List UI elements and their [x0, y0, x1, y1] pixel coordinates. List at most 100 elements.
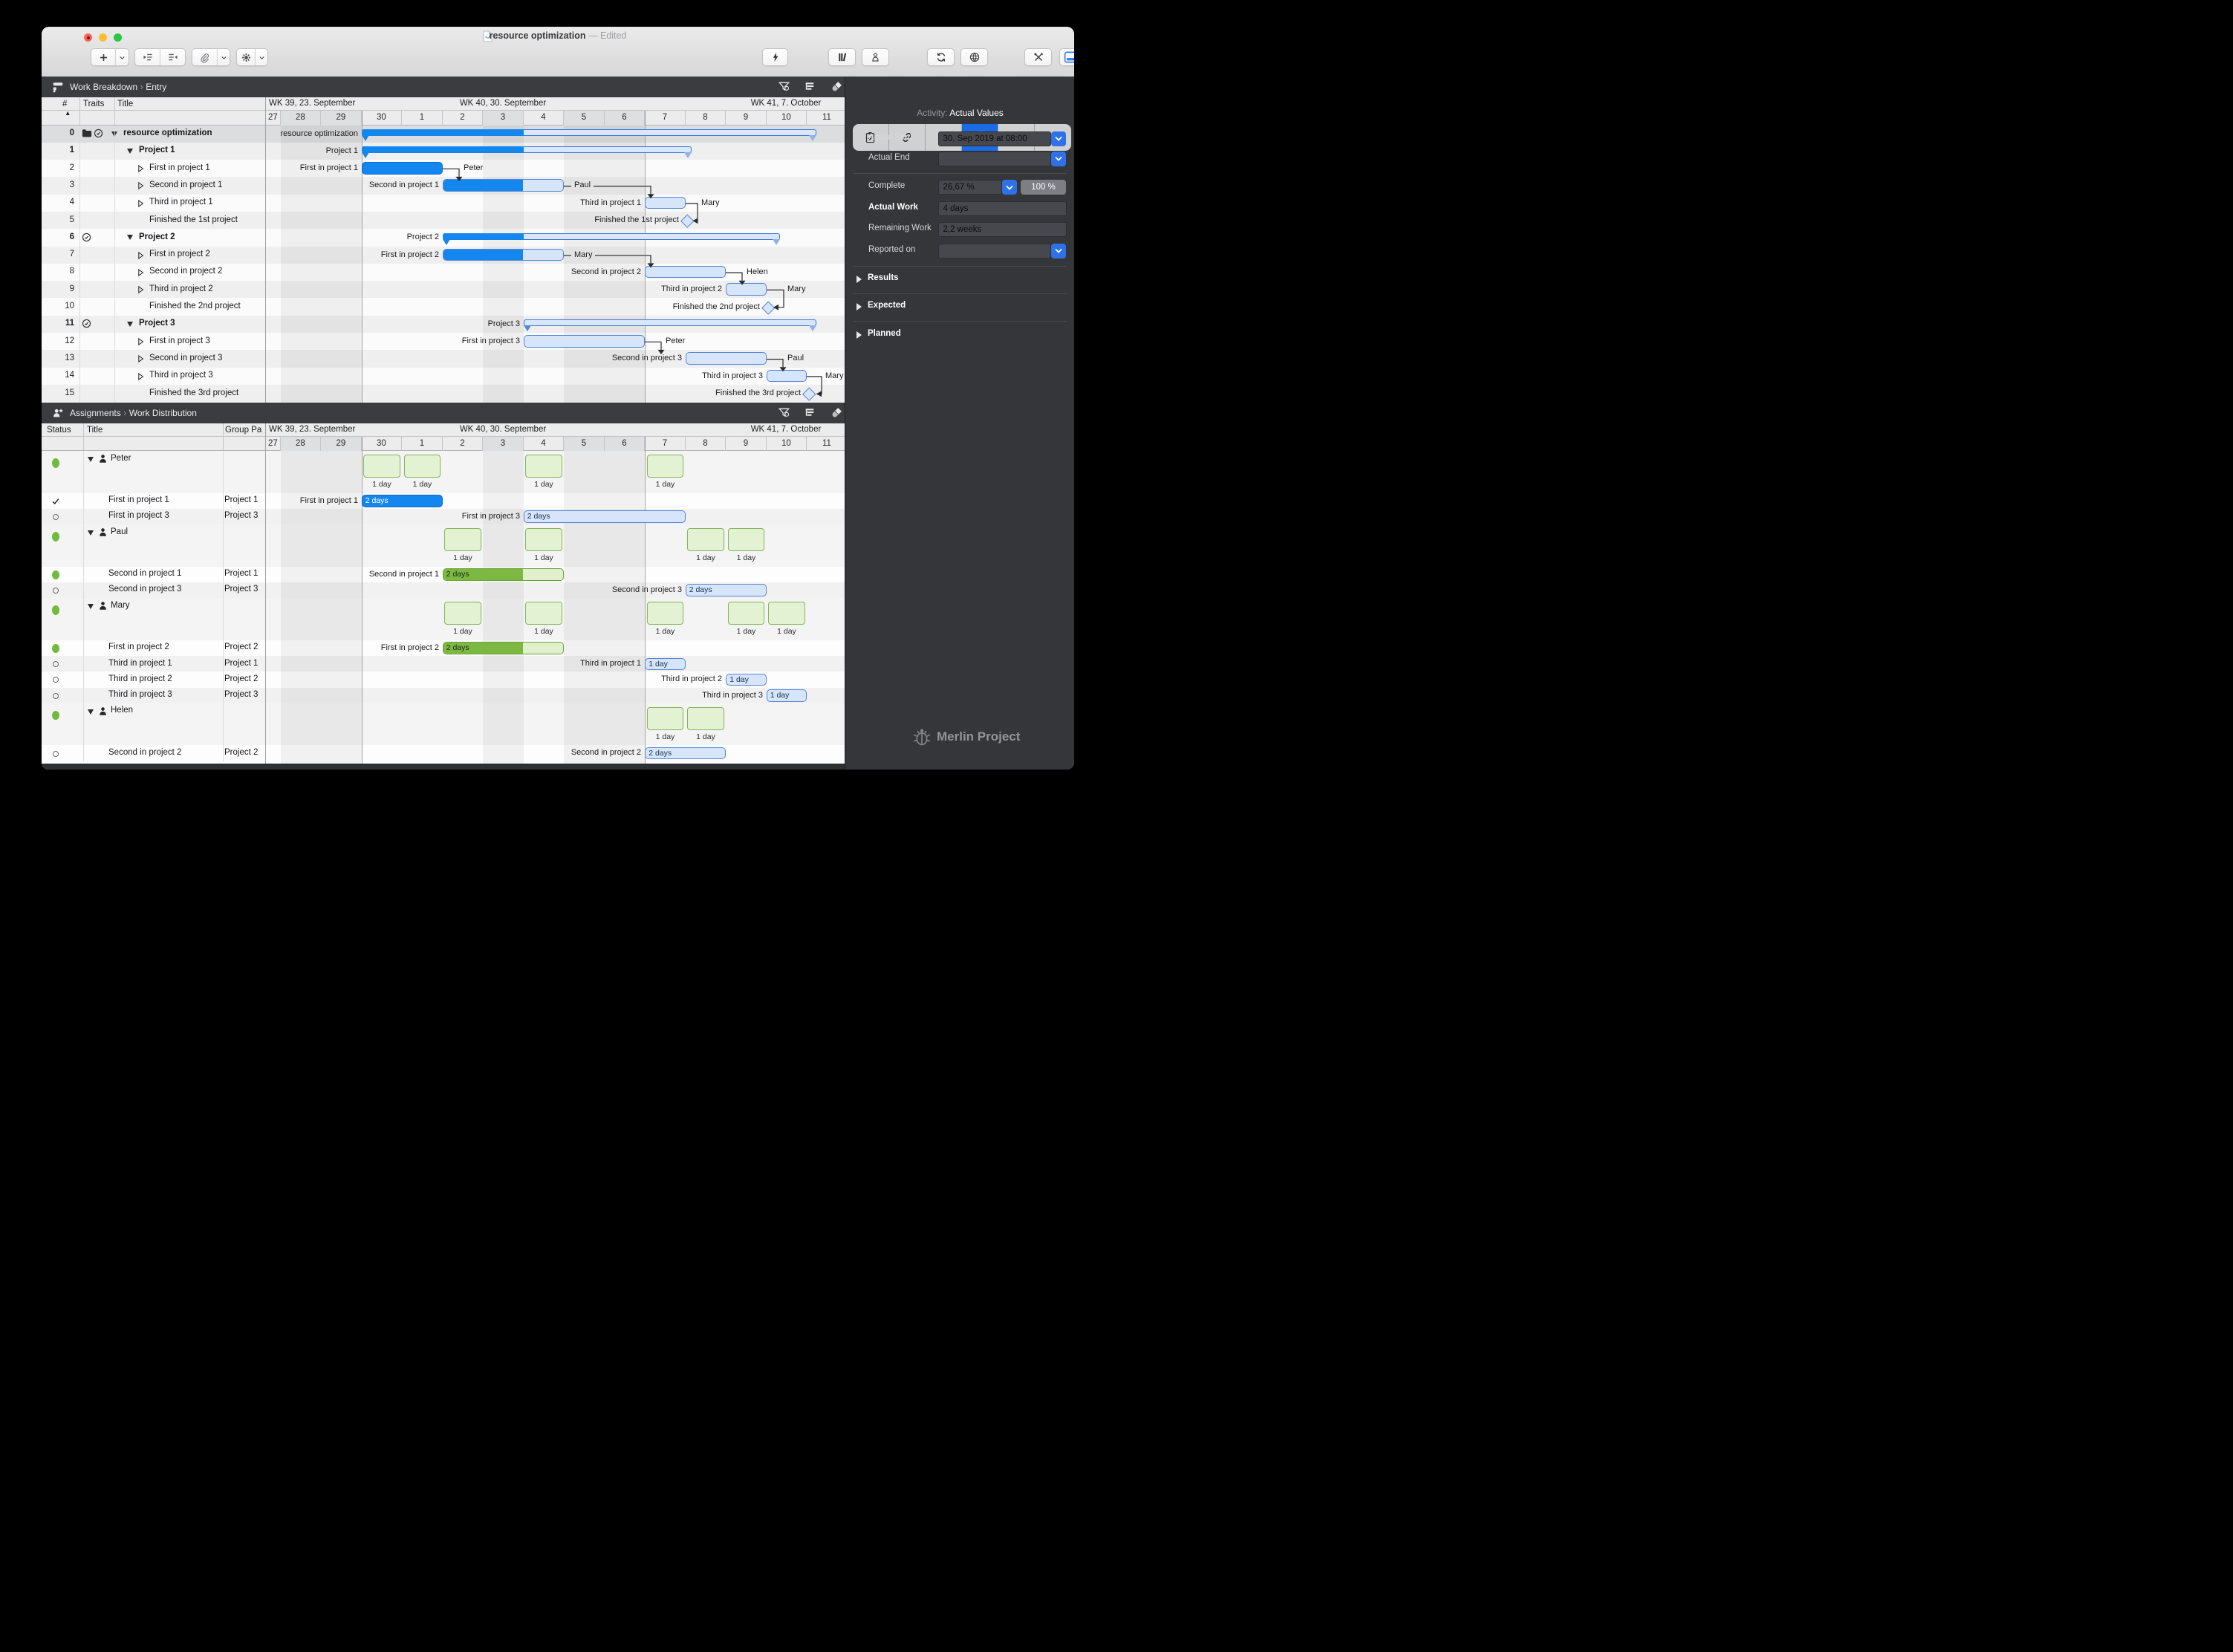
day-header[interactable]: 27: [266, 437, 281, 452]
workload-box[interactable]: [363, 455, 400, 478]
filter-funnel-icon[interactable]: [778, 80, 791, 94]
format-brush-icon[interactable]: [831, 80, 844, 94]
day-header[interactable]: 11: [807, 111, 845, 126]
filter-funnel-icon[interactable]: [778, 406, 791, 420]
indent-button[interactable]: [134, 48, 160, 66]
day-header[interactable]: 28: [281, 111, 322, 126]
workload-box[interactable]: [728, 602, 765, 625]
milestone-diamond[interactable]: [681, 214, 695, 227]
day-header[interactable]: 7: [645, 437, 686, 452]
task-bar[interactable]: 2 days: [524, 510, 686, 523]
task-bar[interactable]: [443, 179, 565, 192]
disclosure-open-icon[interactable]: [88, 604, 94, 609]
workload-box[interactable]: [647, 602, 684, 625]
outline-list-icon[interactable]: [804, 406, 817, 420]
day-header[interactable]: 30: [362, 437, 403, 452]
actual-end-field[interactable]: [938, 152, 1051, 166]
dropdown-chevron-icon[interactable]: [1002, 180, 1017, 195]
workload-box[interactable]: [768, 602, 805, 625]
disclosure-open-icon[interactable]: [88, 709, 94, 715]
summary-bar[interactable]: [443, 233, 780, 240]
day-header[interactable]: 6: [605, 437, 646, 452]
task-bar[interactable]: 1 day: [645, 658, 686, 671]
tools-button[interactable]: [1024, 48, 1052, 66]
disclosure-open-icon[interactable]: [88, 530, 94, 536]
disclosure-closed-icon[interactable]: [857, 331, 862, 339]
resources-person-button[interactable]: [862, 48, 889, 66]
milestone-diamond[interactable]: [802, 387, 816, 400]
workload-box[interactable]: [687, 528, 724, 551]
task-bar[interactable]: [362, 162, 443, 175]
disclosure-open-icon[interactable]: [88, 457, 94, 462]
remaining-work-field[interactable]: 2,2 weeks: [938, 222, 1067, 237]
task-bar[interactable]: [645, 266, 726, 279]
week-header[interactable]: WK 41, 7. October: [751, 425, 822, 434]
summary-bar[interactable]: [362, 146, 692, 153]
workload-box[interactable]: [525, 602, 562, 625]
day-header[interactable]: 9: [726, 437, 767, 452]
day-header[interactable]: 28: [281, 437, 322, 452]
add-chevron-icon[interactable]: [115, 48, 129, 66]
workload-box[interactable]: [444, 528, 481, 551]
week-header[interactable]: WK 39, 23. September: [269, 99, 355, 108]
day-header[interactable]: 3: [483, 437, 524, 452]
day-header[interactable]: 29: [321, 111, 362, 126]
workload-box[interactable]: [647, 455, 684, 478]
day-header[interactable]: 9: [726, 111, 767, 126]
summary-bar[interactable]: [362, 129, 816, 136]
disclosure-open-icon[interactable]: [127, 235, 133, 240]
outline-list-icon[interactable]: [804, 80, 817, 94]
dropdown-chevron-icon[interactable]: [1051, 152, 1066, 166]
milestone-diamond[interactable]: [762, 301, 776, 314]
reported-on-field[interactable]: [938, 244, 1051, 258]
task-bar[interactable]: [686, 352, 767, 365]
day-header[interactable]: 5: [564, 111, 605, 126]
day-header[interactable]: 7: [645, 111, 686, 126]
task-bar[interactable]: 1 day: [726, 674, 767, 686]
complete-field[interactable]: 26,67 %: [938, 180, 1002, 195]
day-header[interactable]: 27: [266, 111, 281, 126]
workload-box[interactable]: [525, 455, 562, 478]
toggle-bottom-panel-button[interactable]: [1059, 48, 1074, 66]
task-bar[interactable]: 2 days: [645, 747, 726, 760]
dropdown-chevron-icon[interactable]: [1051, 131, 1066, 146]
day-header[interactable]: 5: [564, 437, 605, 452]
day-header[interactable]: 2: [443, 437, 484, 452]
publish-globe-button[interactable]: [961, 48, 988, 66]
task-bar[interactable]: [443, 249, 565, 261]
day-header[interactable]: 2: [443, 111, 484, 126]
task-bar[interactable]: 2 days: [362, 495, 443, 507]
disclosure-closed-icon[interactable]: [857, 303, 862, 310]
set-100-percent-button[interactable]: 100 %: [1021, 180, 1066, 195]
day-header[interactable]: 10: [767, 111, 807, 126]
gear-chevron-icon[interactable]: [255, 48, 268, 66]
task-bar[interactable]: [726, 283, 767, 296]
day-header[interactable]: 8: [686, 111, 727, 126]
section-results[interactable]: Results: [868, 273, 899, 282]
actual-work-field[interactable]: 4 days: [938, 201, 1067, 216]
task-bar[interactable]: [767, 370, 807, 383]
task-bar[interactable]: 2 days: [443, 642, 565, 654]
day-header[interactable]: 4: [524, 437, 565, 452]
actual-start-field[interactable]: 30. Sep 2019 at 08:00: [938, 131, 1051, 146]
week-header[interactable]: WK 39, 23. September: [269, 425, 355, 434]
section-expected[interactable]: Expected: [868, 301, 906, 310]
day-header[interactable]: 10: [767, 437, 807, 452]
task-bar[interactable]: 1 day: [767, 689, 807, 702]
disclosure-open-icon[interactable]: [127, 322, 133, 327]
gear-button[interactable]: [236, 48, 256, 66]
task-bar[interactable]: [645, 197, 686, 209]
attach-button[interactable]: [192, 48, 218, 66]
add-button[interactable]: [91, 48, 116, 66]
day-header[interactable]: 1: [402, 437, 443, 452]
week-header[interactable]: WK 41, 7. October: [751, 99, 822, 108]
workload-box[interactable]: [687, 707, 724, 730]
day-header[interactable]: 4: [524, 111, 565, 126]
day-header[interactable]: 30: [362, 111, 403, 126]
workload-box[interactable]: [525, 528, 562, 551]
summary-bar[interactable]: [524, 319, 816, 326]
outdent-button[interactable]: [160, 48, 186, 66]
day-header[interactable]: 3: [483, 111, 524, 126]
breadcrumb[interactable]: Work Breakdown › Entry: [70, 77, 166, 97]
disclosure-closed-icon[interactable]: [857, 276, 862, 283]
